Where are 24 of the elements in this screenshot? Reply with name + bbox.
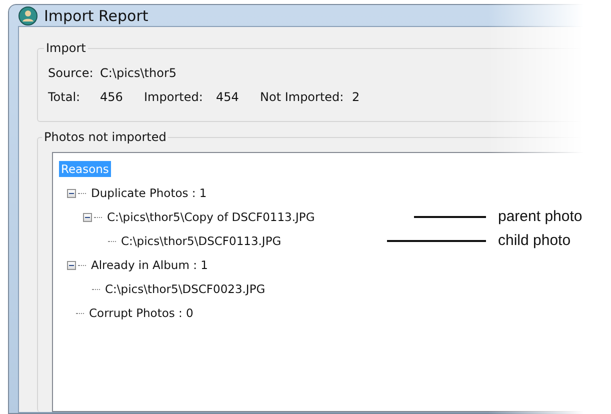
total-value: 456 <box>100 90 124 104</box>
tree-item[interactable]: Duplicate Photos : 1 <box>89 185 209 201</box>
not-imported-label: Not Imported: <box>260 90 345 104</box>
tree-item[interactable]: Already in Album : 1 <box>89 257 210 273</box>
callout-label: child photo <box>498 232 571 249</box>
total-label: Total: <box>48 90 82 104</box>
not-imported-value: 2 <box>352 90 361 104</box>
window-title: Import Report <box>44 6 148 24</box>
source-value: C:\pics\thor5 <box>100 66 177 80</box>
tree-item[interactable]: C:\pics\thor5\DSCF0023.JPG <box>103 281 268 297</box>
collapse-toggle-icon[interactable] <box>67 260 76 270</box>
imported-label: Imported: <box>144 90 204 104</box>
collapse-toggle-icon[interactable] <box>67 188 76 198</box>
tree-item[interactable]: C:\pics\thor5\DSCF0113.JPG <box>119 233 284 249</box>
imported-value: 454 <box>216 90 240 104</box>
group-title: Import <box>45 41 87 55</box>
callout-label: parent photo <box>498 208 582 225</box>
tree-item[interactable]: C:\pics\thor5\Copy of DSCF0113.JPG <box>105 209 317 225</box>
group-title: Photos not imported <box>43 130 168 144</box>
leader-line <box>414 216 486 218</box>
tree-item[interactable]: Corrupt Photos : 0 <box>87 305 196 321</box>
collapse-toggle-icon[interactable] <box>83 212 92 222</box>
app-icon <box>18 6 38 26</box>
source-label: Source: <box>48 66 94 80</box>
